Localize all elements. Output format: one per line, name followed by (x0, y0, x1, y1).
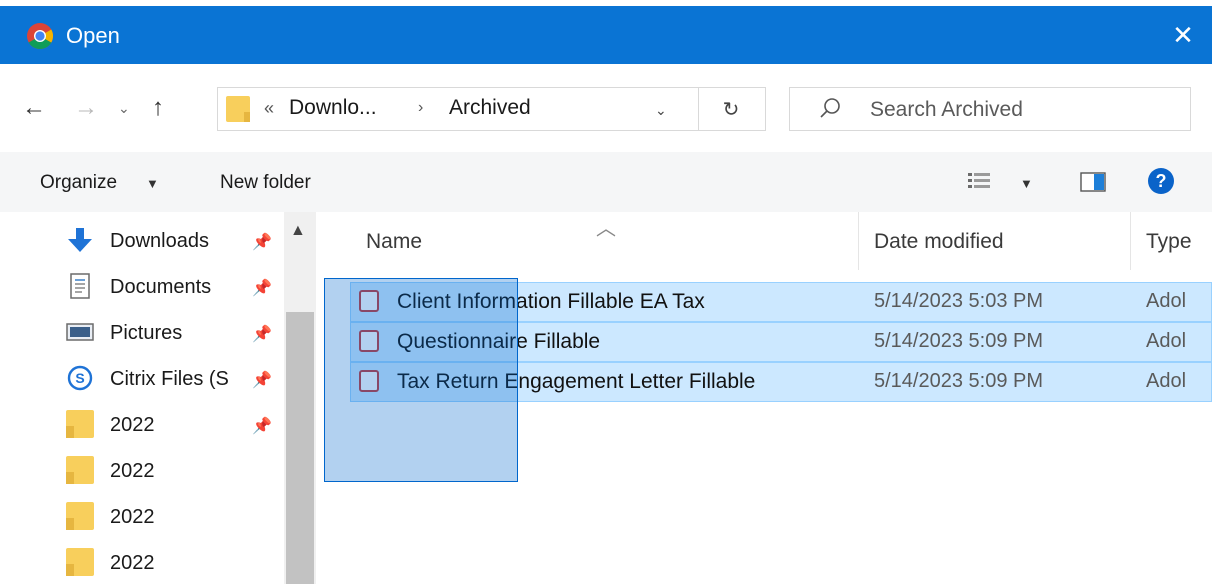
pin-icon: 📌 (252, 372, 272, 389)
scroll-up-arrow-icon[interactable]: ▲ (290, 222, 306, 240)
nav-item-label: 2022 (110, 506, 155, 528)
column-header-type[interactable]: Type (1146, 230, 1192, 254)
command-toolbar: Organize ▼ New folder ▼ ? (0, 152, 1212, 212)
address-dropdown-chevron-icon[interactable]: ⌄ (655, 102, 667, 119)
file-date: 5/14/2023 5:09 PM (874, 370, 1044, 392)
back-arrow-icon[interactable]: ← (22, 94, 46, 122)
chrome-logo-icon (27, 23, 54, 50)
up-arrow-icon[interactable]: ↑ (152, 94, 164, 122)
pin-icon: 📌 (252, 326, 272, 343)
pin-icon: 📌 (252, 234, 272, 251)
help-icon[interactable]: ? (1148, 168, 1174, 194)
citrix-icon: S (67, 365, 93, 391)
view-caret-icon[interactable]: ▼ (1020, 176, 1033, 191)
download-arrow-icon (68, 228, 92, 252)
file-date: 5/14/2023 5:03 PM (874, 290, 1044, 312)
nav-scrollbar-thumb[interactable] (286, 312, 314, 584)
nav-item-label: Documents (110, 276, 212, 298)
folder-icon (66, 502, 94, 530)
breadcrumb-downloads[interactable]: Downlo... (289, 96, 377, 120)
nav-item-label: Downloads (110, 230, 209, 252)
new-folder-button[interactable]: New folder (220, 172, 311, 194)
sort-ascending-icon: ︿ (596, 218, 616, 240)
address-row: ← → ⌄ ↑ « Downlo... › Archived ⌄ ↻ Searc… (0, 64, 1212, 152)
refresh-icon: ↻ (722, 98, 740, 121)
file-date: 5/14/2023 5:09 PM (874, 330, 1044, 352)
nav-item-2022[interactable]: 2022 📌 (66, 402, 286, 448)
nav-item-downloads[interactable]: Downloads 📌 (66, 218, 286, 264)
recent-locations-chevron-icon[interactable]: ⌄ (118, 100, 130, 117)
navigation-pane: Downloads 📌 Documents 📌 Pictures 📌 S Cit… (0, 212, 318, 584)
address-bar[interactable]: « Downlo... › Archived ⌄ (217, 87, 699, 131)
close-icon: ✕ (1172, 19, 1194, 50)
window-title: Open (66, 23, 120, 48)
nav-item-2022[interactable]: 2022 (66, 494, 286, 540)
nav-item-pictures[interactable]: Pictures 📌 (66, 310, 286, 356)
nav-item-label: Citrix Files (S (110, 368, 229, 390)
change-view-icon[interactable] (968, 172, 990, 190)
breadcrumb-overflow[interactable]: « (264, 98, 274, 119)
nav-item-label: 2022 (110, 460, 155, 482)
file-type: Adol (1146, 370, 1187, 392)
pictures-icon (66, 323, 94, 341)
folder-icon (66, 548, 94, 576)
title-bar: Open ✕ (0, 6, 1212, 64)
nav-item-2022[interactable]: 2022 (66, 448, 286, 494)
nav-item-2022[interactable]: 2022 (66, 540, 286, 586)
drag-selection-rectangle (324, 278, 518, 482)
column-header-date-modified[interactable]: Date modified (874, 230, 1004, 254)
search-input[interactable]: Search Archived (789, 87, 1191, 131)
svg-text:S: S (75, 370, 84, 386)
nav-item-label: 2022 (110, 414, 155, 436)
forward-arrow-icon[interactable]: → (74, 94, 98, 122)
preview-pane-icon[interactable] (1080, 172, 1106, 192)
close-button[interactable]: ✕ (1154, 6, 1212, 64)
nav-item-label: Pictures (110, 322, 183, 344)
column-divider[interactable] (858, 212, 859, 270)
file-type: Adol (1146, 290, 1187, 312)
search-icon (820, 98, 840, 118)
documents-icon (70, 273, 90, 299)
refresh-button[interactable]: ↻ (697, 87, 766, 131)
nav-item-documents[interactable]: Documents 📌 (66, 264, 286, 310)
nav-item-citrix-files[interactable]: S Citrix Files (S 📌 (66, 356, 286, 402)
pin-icon: 📌 (252, 418, 272, 435)
pin-icon: 📌 (252, 280, 272, 297)
file-list: ︿ Name Date modified Type Client Informa… (318, 212, 1212, 584)
organize-button[interactable]: Organize (40, 172, 117, 194)
organize-caret-icon[interactable]: ▼ (146, 176, 159, 191)
breadcrumb-separator-icon[interactable]: › (418, 99, 423, 117)
nav-item-label: 2022 (110, 552, 155, 574)
folder-icon (66, 410, 94, 438)
folder-icon (66, 456, 94, 484)
file-type: Adol (1146, 330, 1187, 352)
column-divider[interactable] (1130, 212, 1131, 270)
folder-icon (226, 96, 250, 122)
search-placeholder: Search Archived (870, 98, 1023, 121)
column-header-name[interactable]: Name (366, 230, 422, 254)
breadcrumb-archived[interactable]: Archived (449, 96, 531, 120)
